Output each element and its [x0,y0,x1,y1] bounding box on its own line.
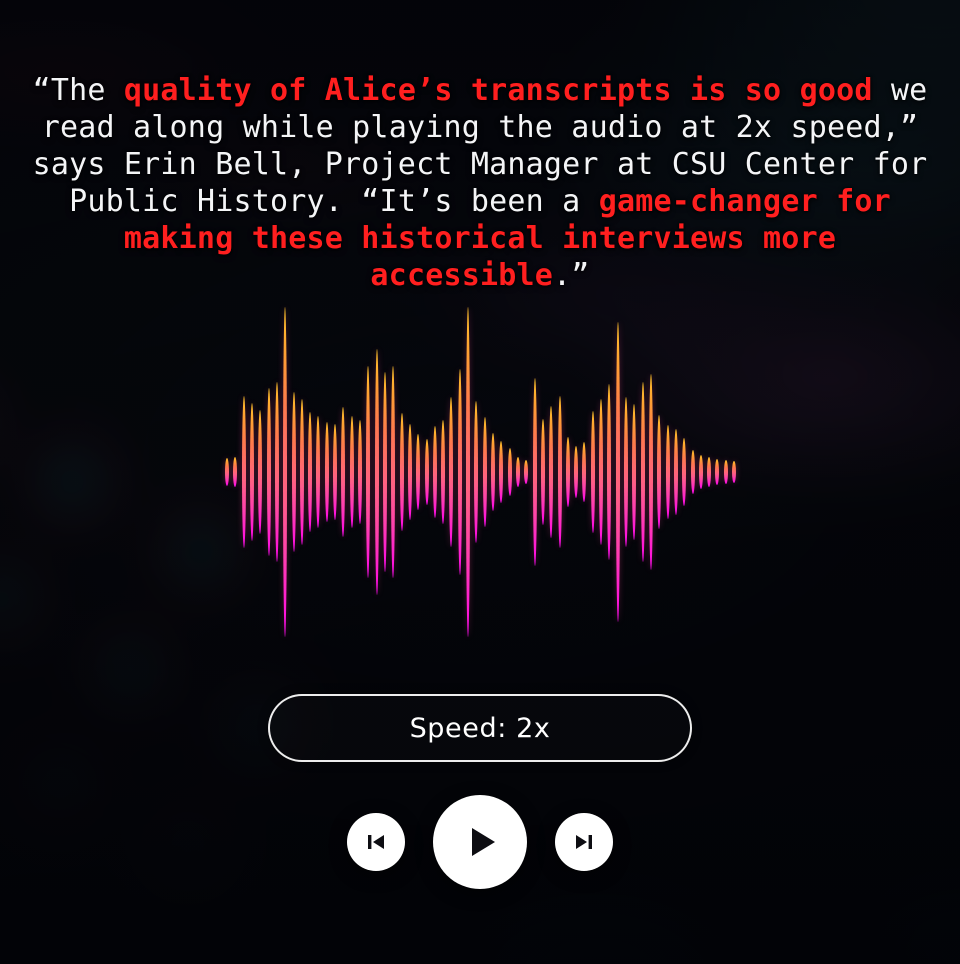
waveform-bar [308,412,313,532]
waveform-bar [266,388,271,556]
play-icon [458,820,502,864]
playback-controls [0,795,960,889]
waveform-bar [524,460,529,484]
waveform-bar [358,420,362,524]
waveform-bar [565,437,570,507]
waveform-bar [499,441,504,503]
audio-waveform [225,282,737,662]
waveform-bar [249,403,254,541]
waveform-bar [723,460,728,484]
waveform-bar [515,457,520,487]
waveform-bar [424,439,429,505]
testimonial-quote: “The quality of Alice’s transcripts is s… [28,72,932,294]
waveform-bar [682,438,687,506]
waveform-bar [241,396,246,548]
waveform-bar [715,459,720,485]
waveform-bar [557,396,562,548]
waveform-bar [665,425,670,519]
previous-button[interactable] [347,813,405,871]
waveform-bar [225,458,229,486]
waveform-bar [466,307,471,637]
waveform-bar [657,415,662,529]
quote-text: “The [32,73,124,108]
waveform-bar [366,366,371,578]
waveform-bar [582,442,587,502]
quote-highlight: quality of Alice’s transcripts is so goo… [123,73,873,108]
waveform-bar [432,426,437,518]
waveform-bar [532,378,537,566]
skip-previous-icon [363,829,389,855]
waveform-bar [615,322,620,622]
waveform-bar [449,397,454,547]
waveform-bar [648,374,653,570]
waveform-bar [732,461,737,483]
play-button[interactable] [433,795,527,889]
waveform-bar [607,384,612,560]
waveform-bar [349,416,354,528]
waveform-bar [382,372,387,572]
waveform-bar [441,420,446,524]
waveform-bar [299,399,304,545]
waveform-bar [590,411,595,533]
waveform-bar [374,349,379,595]
waveform-bar [291,392,296,552]
waveform-bar [457,369,462,575]
waveform-bar [482,417,487,527]
waveform-bar [673,429,678,515]
waveform-bar [258,410,263,534]
waveform-bar [540,419,545,525]
waveform-bar [707,457,712,487]
waveform-bar [507,448,512,496]
waveform-bar [491,433,495,511]
waveform-bar [624,397,628,547]
waveform-bar [698,455,703,489]
waveform-bar [399,413,404,531]
waveform-bar [233,457,238,487]
waveform-bar [549,406,554,538]
waveform-bar [599,399,604,545]
speed-button[interactable]: Speed: 2x [268,694,692,762]
waveform-bar [640,382,645,562]
waveform-bar [341,407,346,537]
waveform-bar [391,366,396,578]
waveform-bar [274,382,279,562]
waveform-bar [690,450,695,494]
speed-button-label: Speed: 2x [409,712,551,744]
waveform-bar [407,424,412,520]
player-screen: “The quality of Alice’s transcripts is s… [0,0,960,964]
waveform-bar [632,404,637,540]
waveform-bar [324,422,329,522]
waveform-bar [474,401,479,543]
waveform-bar [333,424,338,520]
skip-next-icon [571,829,597,855]
next-button[interactable] [555,813,613,871]
waveform-bar [283,307,288,637]
waveform-bar [574,446,579,498]
content-layer: “The quality of Alice’s transcripts is s… [0,0,960,964]
waveform-bar [416,434,421,510]
waveform-bar [316,416,321,528]
